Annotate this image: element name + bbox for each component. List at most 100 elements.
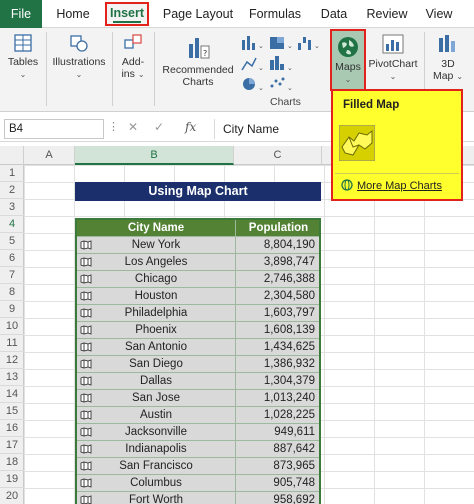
population-cell[interactable]: 1,608,139 [236,322,321,338]
row-header[interactable]: 20 [0,488,24,504]
tab-data[interactable]: Data [314,3,354,25]
insert-function-icon[interactable]: fx [185,120,196,134]
population-cell[interactable]: 949,611 [236,424,321,440]
row-header[interactable]: 6 [0,250,24,267]
city-cell[interactable]: San Antonio [77,339,236,355]
addins-label-1: Add- [121,56,145,68]
enter-icon[interactable]: ✓ [154,120,164,134]
city-cell[interactable]: San Diego [77,356,236,372]
population-cell[interactable]: 2,304,580 [236,288,321,304]
city-cell[interactable]: Philadelphia [77,305,236,321]
tab-file[interactable]: File [0,0,42,28]
select-all-corner[interactable] [0,146,24,165]
city-cell[interactable]: New York [77,237,236,253]
population-cell[interactable]: 2,746,388 [236,271,321,287]
row-header[interactable]: 2 [0,182,24,199]
pie-chart-icon[interactable]: ⌄ [243,78,264,92]
city-name: Los Angeles [124,256,188,268]
tab-formulas[interactable]: Formulas [245,3,305,25]
city-population-table: City Name Population New York 8,804,190 Lo… [75,218,321,504]
statistic-chart-icon[interactable]: ⌄ [270,56,293,72]
row-header[interactable]: 3 [0,199,24,216]
city-cell[interactable]: Indianapolis [77,441,236,457]
population-cell[interactable]: 8,804,190 [236,237,321,253]
worksheet-grid[interactable]: Using Map Chart City Name Population New… [24,165,474,504]
row-header[interactable]: 19 [0,471,24,488]
city-cell[interactable]: Phoenix [77,322,236,338]
row-header[interactable]: 10 [0,318,24,335]
table-row: Jacksonville 949,611 [77,424,319,441]
tab-insert[interactable]: Insert [105,2,149,26]
column-header-c[interactable]: C [234,146,322,165]
filled-map-option[interactable] [338,124,376,162]
row-header[interactable]: 13 [0,369,24,386]
name-box[interactable]: B4 [4,119,104,139]
tab-page-layout[interactable]: Page Layout [160,3,236,25]
3d-map-button[interactable]: 3D Map ⌄ [428,32,468,83]
row-header[interactable]: 1 [0,165,24,182]
recommended-charts-button[interactable]: ? Recommended Charts [160,32,236,88]
geography-map-icon [80,274,92,284]
population-cell[interactable]: 3,898,747 [236,254,321,270]
table-row: Chicago 2,746,388 [77,271,319,288]
line-chart-icon[interactable]: ⌄ [241,57,264,72]
scatter-chart-icon[interactable]: ⌄ [270,77,293,93]
population-cell[interactable]: 1,434,625 [236,339,321,355]
city-cell[interactable]: Jacksonville [77,424,236,440]
city-cell[interactable]: Los Angeles [77,254,236,270]
population-cell[interactable]: 1,028,225 [236,407,321,423]
row-header[interactable]: 4 [0,216,24,233]
tab-view[interactable]: View [420,3,458,25]
row-header[interactable]: 9 [0,301,24,318]
city-cell[interactable]: Fort Worth [77,492,236,504]
population-cell[interactable]: 1,013,240 [236,390,321,406]
tables-label: Tables [7,56,39,68]
maps-button[interactable]: Maps ⌄ [330,29,366,91]
hierarchy-chart-icon[interactable]: ⌄ [270,37,293,50]
row-header[interactable]: 16 [0,420,24,437]
tab-home[interactable]: Home [50,3,96,25]
addins-button[interactable]: Add- ins ⌄ [116,32,150,81]
row-header[interactable]: 15 [0,403,24,420]
city-cell[interactable]: Houston [77,288,236,304]
tables-button[interactable]: Tables ⌄ [4,32,42,81]
row-header[interactable]: 18 [0,454,24,471]
population-cell[interactable]: 1,386,932 [236,356,321,372]
column-chart-icon[interactable]: ⌄ [242,36,264,50]
illustrations-button[interactable]: Illustrations ⌄ [50,32,108,81]
population-cell[interactable]: 958,692 [236,492,321,504]
city-cell[interactable]: San Jose [77,390,236,406]
header-population[interactable]: Population [236,220,321,236]
pivotchart-icon [382,34,404,54]
tab-review[interactable]: Review [364,3,410,25]
3d-map-label-1: 3D [441,58,455,70]
city-cell[interactable]: San Francisco [77,458,236,474]
chevron-down-icon: ⌄ [75,70,83,79]
city-name: San Jose [132,392,180,404]
row-header[interactable]: 8 [0,284,24,301]
city-cell[interactable]: Columbus [77,475,236,491]
population-cell[interactable]: 873,965 [236,458,321,474]
population-cell[interactable]: 1,603,797 [236,305,321,321]
population-cell[interactable]: 905,748 [236,475,321,491]
row-header[interactable]: 5 [0,233,24,250]
row-header[interactable]: 7 [0,267,24,284]
population-cell[interactable]: 1,304,379 [236,373,321,389]
population-cell[interactable]: 887,642 [236,441,321,457]
row-header[interactable]: 14 [0,386,24,403]
pivotchart-button[interactable]: PivotChart ⌄ [368,32,418,83]
row-header[interactable]: 17 [0,437,24,454]
column-header-b[interactable]: B [75,146,234,165]
cancel-icon[interactable]: ✕ [128,120,138,134]
column-header-a[interactable]: A [24,146,75,165]
recommended-label-2: Charts [182,76,214,88]
row-header[interactable]: 12 [0,352,24,369]
city-cell[interactable]: Chicago [77,271,236,287]
header-city-name[interactable]: City Name [77,220,236,236]
row-header[interactable]: 11 [0,335,24,352]
geography-map-icon [80,410,92,420]
city-cell[interactable]: Austin [77,407,236,423]
waterfall-chart-icon[interactable]: ⌄ [298,37,320,50]
more-map-charts-link[interactable]: More Map Charts [341,179,442,192]
city-cell[interactable]: Dallas [77,373,236,389]
